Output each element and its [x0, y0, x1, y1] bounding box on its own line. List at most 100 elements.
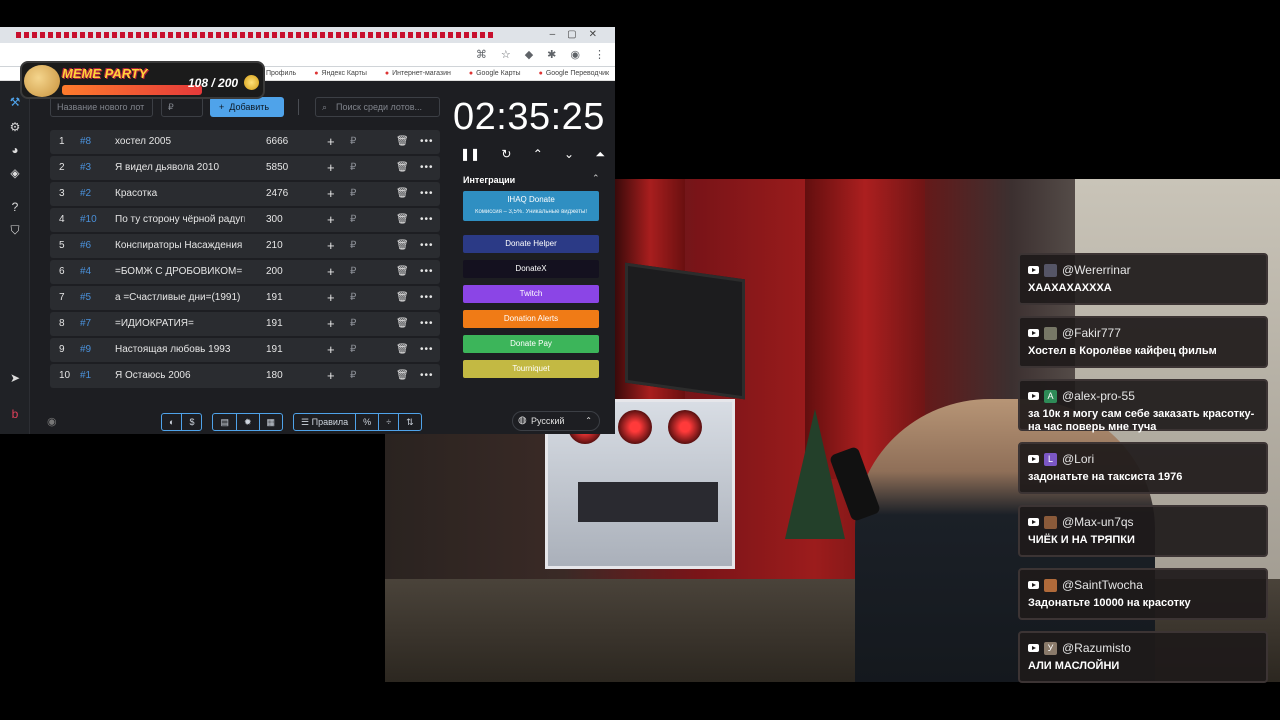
shield-icon[interactable]: ⛉	[8, 223, 22, 237]
more-icon[interactable]: •••	[420, 292, 434, 303]
lot-name[interactable]: Я Остаюсь 2006	[115, 370, 245, 381]
sort-icon[interactable]: ⇅	[399, 414, 421, 430]
percent-icon[interactable]: %	[356, 414, 380, 430]
collapse-icon[interactable]: ⌃	[592, 173, 600, 184]
browser-tabs[interactable]	[16, 32, 496, 38]
integration-button[interactable]: IHAQ Donate Комиссия – 3,5%. Уникальные в…	[463, 191, 599, 221]
add-amount-icon[interactable]: +	[327, 238, 335, 253]
lot-amount[interactable]: 5850	[266, 162, 288, 173]
shield-extension-icon[interactable]: ◆	[525, 48, 533, 61]
lot-name[interactable]: хостел 2005	[115, 136, 245, 147]
add-amount-icon[interactable]: +	[327, 342, 335, 357]
bookmark-item[interactable]: Яндекс Карты	[314, 70, 366, 77]
more-icon[interactable]: •••	[420, 370, 434, 381]
delete-icon[interactable]: 🗑	[396, 318, 409, 329]
lot-amount[interactable]: 6666	[266, 136, 288, 147]
integration-button[interactable]: Donate Helper	[463, 235, 599, 253]
new-lot-name-input[interactable]: Название нового лот	[50, 97, 153, 117]
split-icon[interactable]: ÷	[379, 414, 400, 430]
add-time-icon[interactable]: ⌃	[533, 147, 543, 162]
more-icon[interactable]: •••	[420, 318, 434, 329]
more-icon[interactable]: •••	[420, 162, 434, 173]
lot-name[interactable]: Красотка	[115, 188, 245, 199]
github-icon[interactable]: ◐	[162, 414, 183, 430]
lot-amount[interactable]: 200	[266, 266, 283, 277]
lot-amount[interactable]: 180	[266, 370, 283, 381]
integration-button[interactable]: Donation Alerts	[463, 310, 599, 328]
lot-name[interactable]: Конспираторы Насаждения	[115, 240, 245, 251]
delete-icon[interactable]: 🗑	[396, 370, 409, 381]
lot-amount[interactable]: 191	[266, 344, 283, 355]
rules-button[interactable]: ☰ Правила	[294, 414, 357, 430]
reset-icon[interactable]: ↻	[501, 147, 511, 162]
bookmark-item[interactable]: Google Карты	[469, 70, 520, 77]
search-lots-input[interactable]: ⌕ Поиск среди лотов...	[315, 97, 440, 117]
help-icon[interactable]: ?	[8, 200, 22, 214]
add-amount-icon[interactable]: +	[327, 212, 335, 227]
add-lot-button[interactable]: + Добавить	[210, 97, 284, 117]
delete-icon[interactable]: 🗑	[396, 136, 409, 147]
add-amount-icon[interactable]: +	[327, 264, 335, 279]
integration-button[interactable]: DonateX	[463, 260, 599, 278]
telegram-icon[interactable]: ➤	[8, 371, 22, 385]
delete-icon[interactable]: 🗑	[396, 292, 409, 303]
wheel-icon[interactable]: ◕	[8, 143, 22, 157]
new-lot-amount-input[interactable]: ₽	[161, 97, 203, 117]
lot-amount[interactable]: 210	[266, 240, 283, 251]
settings-icon[interactable]: ⚙	[8, 120, 22, 134]
more-icon[interactable]: •••	[420, 266, 434, 277]
language-select[interactable]: Русский	[512, 411, 600, 431]
delete-icon[interactable]: 🗑	[396, 240, 409, 251]
delete-icon[interactable]: 🗑	[396, 266, 409, 277]
add-amount-icon[interactable]: +	[327, 316, 335, 331]
chat-message: A @alex-pro-55 за 10к я могу сам себе зака…	[1018, 379, 1268, 433]
menu-icon[interactable]: ⋮	[594, 48, 605, 61]
subtract-time-icon[interactable]: ⌄	[564, 147, 574, 162]
delete-icon[interactable]: 🗑	[396, 188, 409, 199]
eye-icon[interactable]: ◉	[47, 415, 57, 428]
translate-icon[interactable]: ⌘	[476, 48, 487, 61]
add-amount-icon[interactable]: +	[327, 290, 335, 305]
extensions-icon[interactable]: ✱	[547, 48, 556, 61]
layers-icon[interactable]: ◈	[8, 166, 22, 180]
youtube-icon	[1028, 518, 1039, 526]
profile-icon[interactable]: ◉	[570, 48, 580, 61]
delete-icon[interactable]: 🗑	[396, 214, 409, 225]
lot-amount[interactable]: 2476	[266, 188, 288, 199]
clipboard-icon[interactable]: ▤	[213, 414, 237, 430]
bookmark-item[interactable]: Интернет-магазин	[385, 70, 451, 77]
integration-button[interactable]: Twitch	[463, 285, 599, 303]
add-amount-icon[interactable]: +	[327, 134, 335, 149]
boosty-icon[interactable]: b	[8, 407, 22, 421]
more-icon[interactable]: •••	[420, 240, 434, 251]
lot-amount[interactable]: 191	[266, 292, 283, 303]
pause-icon[interactable]: ❚❚	[460, 147, 480, 162]
lot-amount[interactable]: 191	[266, 318, 283, 329]
window-controls[interactable]: –▢✕	[550, 29, 609, 40]
delete-icon[interactable]: 🗑	[396, 344, 409, 355]
lot-name[interactable]: а =Счастливые дни=(1991)	[115, 292, 245, 303]
lot-name[interactable]: Настоящая любовь 1993	[115, 344, 245, 355]
bookmark-item[interactable]: Google Переводчик	[539, 70, 609, 77]
lot-amount[interactable]: 300	[266, 214, 283, 225]
integration-button[interactable]: Tourniquet	[463, 360, 599, 378]
lot-name[interactable]: =БОМЖ С ДРОБОВИКОМ=	[115, 266, 245, 277]
lot-name[interactable]: =ИДИОКРАТИЯ=	[115, 318, 245, 329]
more-icon[interactable]: •••	[420, 344, 434, 355]
more-icon[interactable]: •••	[420, 214, 434, 225]
notes-icon[interactable]: ▦	[260, 414, 283, 430]
double-up-icon[interactable]: ⏶	[595, 147, 605, 162]
more-icon[interactable]: •••	[420, 188, 434, 199]
integration-button[interactable]: Donate Pay	[463, 335, 599, 353]
bookmark-star-icon[interactable]: ☆	[501, 48, 511, 61]
add-amount-icon[interactable]: +	[327, 186, 335, 201]
more-icon[interactable]: •••	[420, 136, 434, 147]
add-amount-icon[interactable]: +	[327, 160, 335, 175]
donate-icon[interactable]: $	[182, 414, 201, 430]
lot-name[interactable]: Я видел дьявола 2010	[115, 162, 245, 173]
bug-icon[interactable]: ✹	[237, 414, 260, 430]
add-amount-icon[interactable]: +	[327, 368, 335, 383]
auction-icon[interactable]: ⚒	[8, 95, 22, 109]
delete-icon[interactable]: 🗑	[396, 162, 409, 173]
lot-name[interactable]: По ту сторону чёрной радуги	[115, 214, 245, 225]
